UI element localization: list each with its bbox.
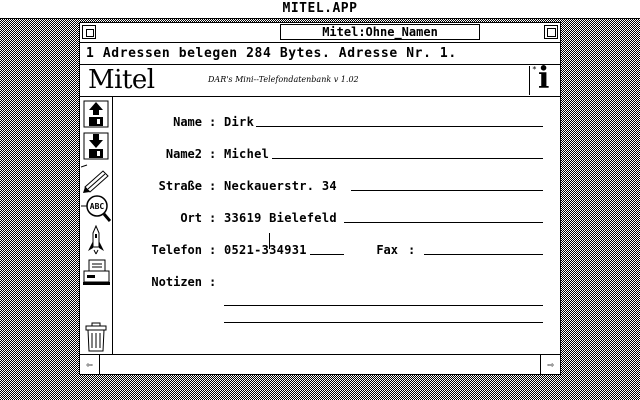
ort-colon: : bbox=[209, 211, 217, 225]
tool-bar: ABC bbox=[80, 97, 113, 354]
full-box-button[interactable] bbox=[544, 25, 558, 39]
print-button[interactable] bbox=[81, 257, 111, 287]
info-mark: * bbox=[532, 65, 537, 74]
fax-underline bbox=[424, 254, 543, 255]
info-line: 1 Adressen belegen 284 Bytes. Adresse Nr… bbox=[80, 43, 560, 65]
name2-colon: : bbox=[209, 147, 217, 161]
fax-label: Fax bbox=[376, 243, 398, 257]
app-header: Mitel DAR's Mini--Telefondatenbank v 1.0… bbox=[80, 61, 560, 97]
info-icon: i bbox=[538, 61, 550, 96]
name2-value: Michel bbox=[224, 147, 270, 161]
horizontal-scrollbar[interactable]: ⇦ ⇨ bbox=[80, 354, 560, 374]
app-logo: Mitel bbox=[88, 65, 155, 95]
scroll-left-arrow-icon[interactable]: ⇦ bbox=[80, 355, 100, 374]
rocket-button[interactable] bbox=[81, 224, 111, 255]
notizen-colon: : bbox=[209, 275, 217, 289]
telefon-label: Telefon bbox=[151, 243, 202, 257]
strasse-label: Straße bbox=[158, 179, 202, 193]
name-colon: : bbox=[209, 115, 217, 129]
info-button[interactable]: * i bbox=[529, 61, 557, 96]
status-text: 1 Adressen belegen 284 Bytes. Adresse Nr… bbox=[86, 46, 457, 61]
telefon-underline bbox=[310, 254, 344, 255]
name2-label: Name2 bbox=[165, 147, 202, 161]
app-title: MITEL.APP bbox=[282, 1, 358, 16]
notizen-underline-2 bbox=[224, 322, 543, 323]
strasse-underline bbox=[351, 190, 543, 191]
edit-button[interactable] bbox=[80, 163, 111, 193]
search-abc-label: ABC bbox=[90, 202, 105, 211]
print-icon bbox=[83, 259, 110, 285]
strasse-value: Neckauerstr. 34 bbox=[224, 179, 337, 193]
text-cursor bbox=[269, 233, 270, 249]
fax-colon: : bbox=[408, 243, 416, 257]
app-subtitle: DAR's Mini--Telefondatenbank v 1.02 bbox=[208, 75, 359, 84]
telefon-value: 0521-334931 bbox=[224, 243, 307, 257]
name-label: Name bbox=[173, 115, 202, 129]
name-value: Dirk bbox=[224, 115, 255, 129]
name2-underline bbox=[272, 158, 543, 159]
name-underline bbox=[256, 126, 543, 127]
window-title-bar[interactable]: Mitel:Ohne_Namen bbox=[80, 23, 560, 43]
strasse-colon: : bbox=[209, 179, 217, 193]
window-title: Mitel:Ohne_Namen bbox=[280, 24, 480, 40]
app-window: Mitel:Ohne_Namen 1 Adressen belegen 284 … bbox=[79, 22, 561, 375]
ort-label: Ort bbox=[180, 211, 202, 225]
pencil-icon bbox=[80, 164, 109, 193]
load-button[interactable] bbox=[81, 99, 111, 129]
save-icon bbox=[83, 132, 109, 160]
rocket-icon bbox=[88, 224, 104, 255]
ort-underline bbox=[344, 222, 543, 223]
save-button[interactable] bbox=[81, 131, 111, 161]
address-form: Name : Dirk Name2 : Michel Straße : Neck… bbox=[114, 97, 560, 354]
menu-bar: MITEL.APP bbox=[0, 0, 640, 19]
delete-button[interactable] bbox=[81, 322, 111, 352]
telefon-colon: : bbox=[209, 243, 217, 257]
ort-value: 33619 Bielefeld bbox=[224, 211, 337, 225]
notizen-label: Notizen bbox=[151, 275, 202, 289]
notizen-underline-1 bbox=[224, 305, 543, 306]
load-icon bbox=[83, 100, 109, 128]
search-button[interactable]: ABC bbox=[81, 193, 112, 223]
close-box-button[interactable] bbox=[82, 25, 96, 39]
search-abc-icon: ABC bbox=[81, 195, 112, 222]
trash-icon bbox=[85, 322, 107, 352]
scroll-right-arrow-icon[interactable]: ⇨ bbox=[540, 355, 560, 374]
